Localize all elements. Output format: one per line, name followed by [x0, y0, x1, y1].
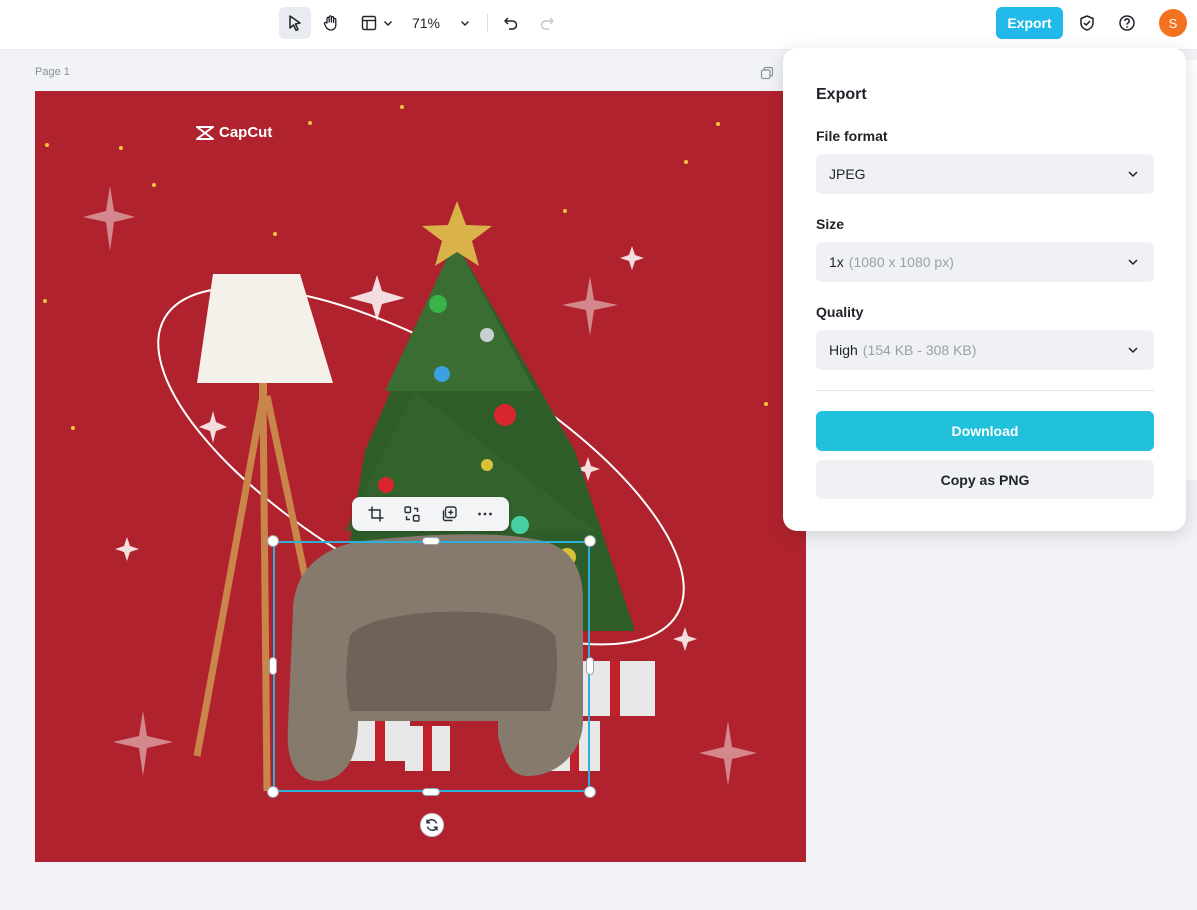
- replace-icon: [404, 506, 421, 522]
- undo-button[interactable]: [497, 7, 525, 39]
- zoom-level[interactable]: 71%: [406, 7, 446, 39]
- capcut-logo: CapCut: [195, 124, 272, 141]
- hand-tool-button[interactable]: [315, 7, 347, 39]
- export-panel-title: Export: [816, 86, 867, 103]
- resize-handle-top-left[interactable]: [267, 535, 279, 547]
- resize-handle-bottom[interactable]: [422, 788, 440, 796]
- export-button[interactable]: Export: [996, 7, 1063, 39]
- resize-handle-top-right[interactable]: [584, 535, 596, 547]
- quality-select[interactable]: High (154 KB - 308 KB): [816, 330, 1154, 370]
- shield-button[interactable]: [1073, 7, 1101, 39]
- download-button[interactable]: Download: [816, 411, 1154, 451]
- rotate-icon: [426, 819, 438, 831]
- hand-icon: [323, 15, 337, 31]
- crop-button[interactable]: [362, 500, 390, 528]
- undo-icon: [504, 17, 518, 30]
- select-tool-button[interactable]: [279, 7, 311, 39]
- redo-button[interactable]: [533, 7, 561, 39]
- help-button[interactable]: [1113, 7, 1141, 39]
- resize-handle-top[interactable]: [422, 537, 440, 545]
- zoom-dropdown-button[interactable]: [452, 7, 478, 39]
- size-label: Size: [816, 216, 845, 232]
- shield-check-icon: [1080, 15, 1094, 31]
- user-avatar[interactable]: S: [1159, 9, 1187, 37]
- more-icon: [477, 512, 492, 516]
- cursor-arrow-icon: [289, 15, 301, 32]
- resize-handle-right[interactable]: [586, 657, 594, 675]
- file-format-select[interactable]: JPEG: [816, 154, 1154, 194]
- duplicate-page-icon: [760, 66, 774, 80]
- redo-icon: [540, 17, 554, 30]
- chevron-down-icon: [1128, 171, 1138, 178]
- copy-as-png-button[interactable]: Copy as PNG: [816, 460, 1154, 499]
- brand-text: CapCut: [219, 124, 273, 141]
- more-options-button[interactable]: [471, 500, 499, 528]
- export-panel-divider: [816, 390, 1154, 391]
- toolbar-divider: [487, 14, 488, 32]
- duplicate-icon: [442, 506, 457, 522]
- resize-handle-bottom-right[interactable]: [584, 786, 596, 798]
- rotate-handle[interactable]: [420, 813, 444, 837]
- quality-detail: (154 KB - 308 KB): [862, 342, 977, 358]
- chevron-down-icon: [1128, 259, 1138, 266]
- zoom-value: 71%: [411, 15, 441, 31]
- layout-dropdown-button[interactable]: [355, 7, 399, 39]
- chevron-down-icon: [1128, 347, 1138, 354]
- size-detail: (1080 x 1080 px): [848, 254, 954, 270]
- quality-value: High: [829, 342, 858, 358]
- size-select[interactable]: 1x (1080 x 1080 px): [816, 242, 1154, 282]
- resize-handle-left[interactable]: [269, 657, 277, 675]
- help-icon: [1119, 15, 1135, 31]
- file-format-label: File format: [816, 128, 888, 144]
- size-value: 1x: [829, 254, 844, 270]
- top-toolbar: 71% Export S: [0, 0, 1197, 50]
- file-format-value: JPEG: [829, 166, 866, 182]
- chevron-down-icon: [461, 21, 469, 26]
- replace-button[interactable]: [398, 500, 426, 528]
- resize-handle-bottom-left[interactable]: [267, 786, 279, 798]
- layout-icon: [361, 15, 377, 31]
- quality-label: Quality: [816, 304, 864, 320]
- crop-icon: [368, 506, 384, 522]
- chevron-down-icon: [384, 21, 392, 26]
- element-floating-toolbar: [352, 497, 509, 531]
- selection-box[interactable]: [273, 541, 590, 792]
- page-label: Page 1: [35, 66, 70, 78]
- export-panel: Export File format JPEG Size 1x (1080 x …: [783, 48, 1186, 531]
- duplicate-page-button[interactable]: [760, 66, 774, 85]
- duplicate-button[interactable]: [435, 500, 463, 528]
- capcut-logo-icon: [196, 125, 214, 140]
